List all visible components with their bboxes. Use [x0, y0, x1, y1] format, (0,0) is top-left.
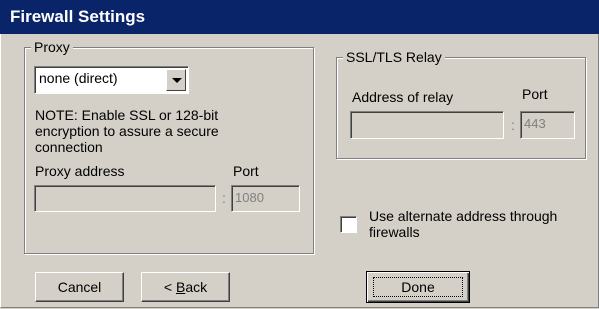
- relay-address-label: Address of relay: [352, 89, 454, 105]
- focus-ring: [373, 277, 463, 297]
- alternate-address-checkbox[interactable]: [340, 216, 357, 233]
- cancel-button[interactable]: Cancel: [35, 272, 124, 302]
- back-button-rest: ack: [185, 279, 208, 295]
- relay-port-separator: :: [511, 117, 515, 133]
- relay-port-field[interactable]: 443: [520, 111, 575, 139]
- relay-port-label: Port: [522, 86, 548, 102]
- relay-group: SSL/TLS Relay: [336, 49, 586, 159]
- proxy-port-value: 1080: [235, 190, 264, 205]
- cancel-button-label: Cancel: [57, 279, 102, 295]
- back-button-prefix: <: [163, 279, 176, 295]
- relay-port-value: 443: [524, 116, 546, 131]
- relay-legend: SSL/TLS Relay: [343, 49, 445, 65]
- back-button-accelerator: B: [175, 279, 186, 295]
- alternate-address-label[interactable]: Use alternate address through firewalls: [369, 208, 589, 240]
- proxy-legend: Proxy: [31, 39, 73, 55]
- chevron-down-icon: [172, 78, 182, 83]
- proxy-address-label: Proxy address: [35, 163, 125, 179]
- relay-address-field[interactable]: [350, 111, 504, 139]
- window-title: Firewall Settings: [10, 7, 146, 26]
- dropdown-arrow-button[interactable]: [166, 69, 186, 91]
- proxy-port-field[interactable]: 1080: [231, 185, 300, 212]
- proxy-mode-value: none (direct): [39, 70, 118, 86]
- proxy-port-label: Port: [233, 163, 259, 179]
- done-button[interactable]: Done: [366, 271, 470, 303]
- proxy-address-field[interactable]: [34, 185, 216, 212]
- proxy-mode-select[interactable]: none (direct): [34, 66, 189, 94]
- back-button[interactable]: < Back: [141, 272, 230, 302]
- title-bar: Firewall Settings: [0, 0, 599, 34]
- proxy-port-separator: :: [222, 190, 226, 206]
- proxy-note: NOTE: Enable SSL or 128-bit encryption t…: [35, 107, 219, 155]
